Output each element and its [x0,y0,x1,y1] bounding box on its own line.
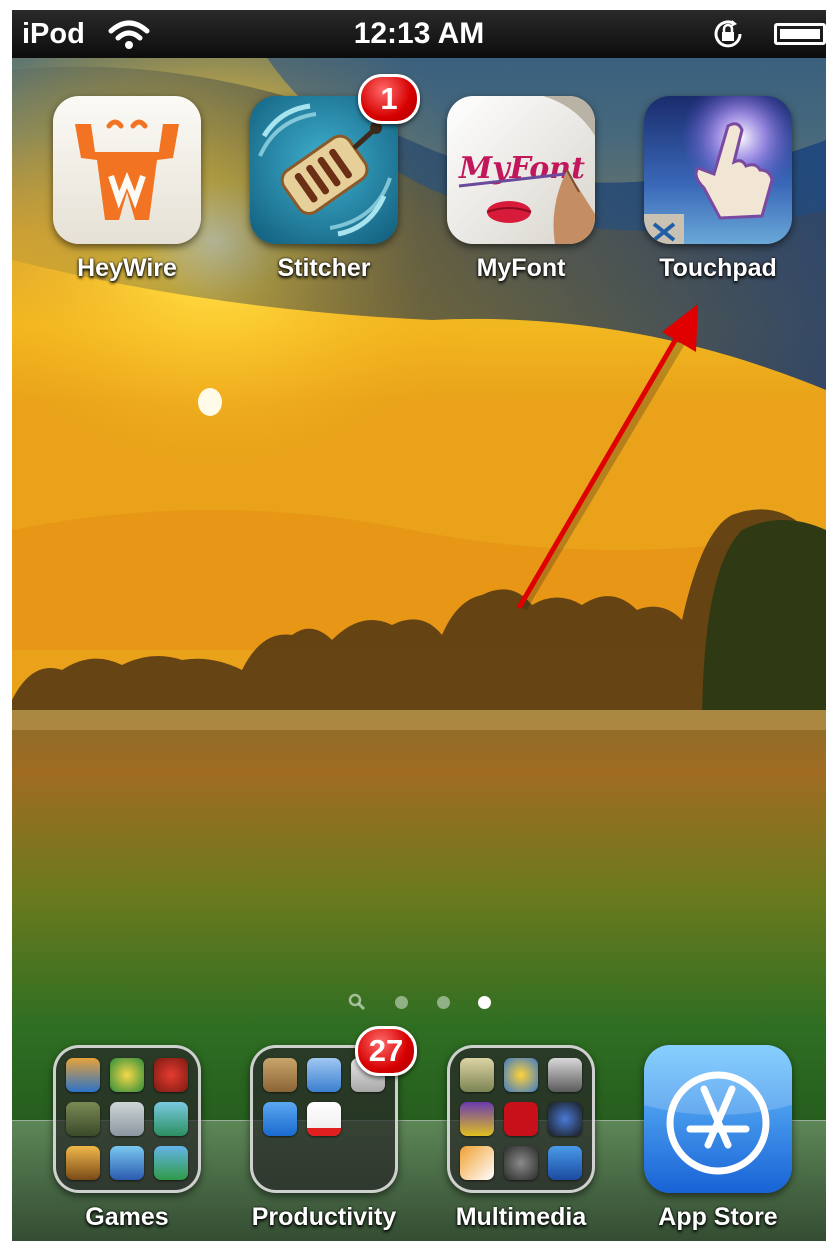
app-thumbnail [504,1058,538,1092]
app-thumbnail [548,1102,582,1136]
app-thumbnail [263,1058,297,1092]
app-thumbnail [154,1146,188,1180]
app-thumbnail [110,1146,144,1180]
myfont-icon: MyFont [447,96,595,244]
rotation-lock-icon [714,20,742,48]
app-heywire[interactable]: HeyWire [37,96,217,283]
app-thumbnail [307,1058,341,1092]
app-thumbnail [504,1102,538,1136]
battery-icon [774,23,826,45]
dock-app-store[interactable]: App Store [628,1045,808,1232]
app-touchpad[interactable]: Touchpad [628,96,808,283]
app-thumbnail [504,1146,538,1180]
page-dot[interactable] [395,996,408,1009]
productivity-folder-icon: 27 [250,1026,417,1193]
clock: 12:13 AM [353,17,485,50]
games-folder-icon [53,1045,201,1193]
app-label: HeyWire [77,254,177,282]
app-label: Touchpad [659,254,777,282]
app-thumbnail [110,1058,144,1092]
app-thumbnail [66,1058,100,1092]
home-screen: iPod 12:13 AM HeyWire 1 Stitcher MyFont … [12,10,826,1241]
app-stitcher[interactable]: 1 Stitcher [234,74,420,283]
app-label: App Store [658,1203,778,1231]
app-label: Multimedia [455,1203,587,1231]
app-thumbnail [66,1102,100,1136]
app-thumbnail [263,1102,297,1136]
app-label: Productivity [251,1203,397,1231]
spotlight-search-icon[interactable] [348,993,366,1011]
app-store-icon [644,1045,792,1193]
app-thumbnail [110,1102,144,1136]
app-thumbnail [548,1058,582,1092]
page-dot[interactable] [437,996,450,1009]
notification-badge: 27 [355,1026,417,1076]
dock-folder-productivity[interactable]: 27 Productivity [234,1026,417,1232]
notification-badge: 1 [358,74,420,124]
dock-folder-games[interactable]: Games [37,1045,217,1232]
app-label: Games [85,1203,169,1231]
app-thumbnail [66,1146,100,1180]
multimedia-folder-icon [447,1045,595,1193]
dock-folder-multimedia[interactable]: Multimedia [431,1045,611,1232]
app-thumbnail [307,1102,341,1136]
status-bar: iPod 12:13 AM [12,10,826,58]
stitcher-icon: 1 [250,74,420,244]
app-thumbnail [460,1058,494,1092]
touchpad-icon [644,96,792,244]
app-thumbnail [548,1146,582,1180]
app-thumbnail [154,1102,188,1136]
app-thumbnail [460,1102,494,1136]
app-label: Stitcher [277,254,371,282]
app-myfont[interactable]: MyFont MyFont [431,96,611,283]
heywire-icon [53,96,201,244]
app-label: MyFont [476,254,566,282]
app-thumbnail [154,1058,188,1092]
page-dot-current[interactable] [478,996,491,1009]
page-indicator[interactable] [12,992,826,1012]
app-thumbnail [460,1146,494,1180]
